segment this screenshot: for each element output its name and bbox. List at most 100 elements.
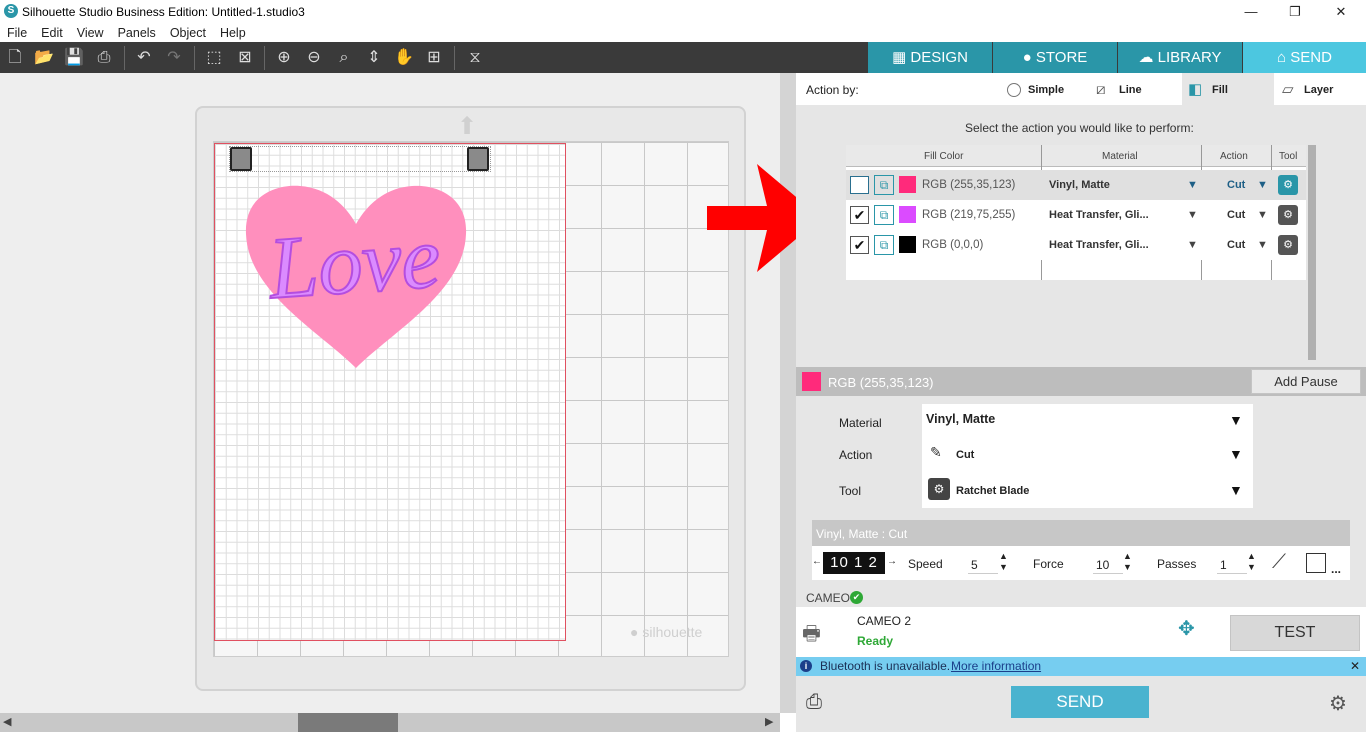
heart-design[interactable]: Love [240,182,472,372]
header-fill-color: Fill Color [924,151,964,162]
silhouette-watermark: ● silhouette [630,624,703,640]
horizontal-scrollbar[interactable]: ◀ ▶ [0,713,780,732]
test-button[interactable]: TEST [1230,615,1360,651]
save-icon[interactable]: 💾 [63,47,85,69]
ratchet-blade-icon[interactable]: ⚙ [1278,235,1298,255]
ratchet-blade-icon[interactable]: ⚙ [1278,205,1298,225]
tool-dropdown-icon[interactable]: ▼ [1229,482,1243,498]
zoom-in-icon[interactable]: ⊕ [273,47,295,69]
action-dropdown-icon[interactable]: ▼ [1257,209,1268,221]
blade-depth-display[interactable]: 10 1 2 [823,552,885,574]
material-select[interactable]: Vinyl, Matte [926,412,995,426]
material-value[interactable]: Vinyl, Matte [1049,179,1110,191]
redo-icon[interactable]: ↷ [163,47,185,69]
speed-stepper-icon[interactable]: ▲ ▼ [999,551,1008,573]
option-line[interactable]: Line [1119,84,1142,96]
pan-hand-icon[interactable]: ✋ [393,47,415,69]
force-input[interactable]: 10 [1093,552,1123,574]
tab-design[interactable]: ▦ DESIGN [868,42,992,73]
passes-stepper-icon[interactable]: ▲ ▼ [1247,551,1256,573]
action-value[interactable]: Cut [1227,239,1245,251]
menu-help[interactable]: Help [213,24,253,42]
option-layer[interactable]: Layer [1304,84,1333,96]
shape-icon: ⧉ [874,175,894,195]
send-footer: ⎙ SEND ⚙ [796,676,1366,732]
action-dropdown-icon[interactable]: ▼ [1229,446,1243,462]
material-dropdown-icon[interactable]: ▼ [1229,412,1243,428]
force-stepper-icon[interactable]: ▲ ▼ [1123,551,1132,573]
option-simple[interactable]: Simple [1028,84,1064,96]
action-dropdown-icon[interactable]: ▼ [1257,179,1268,191]
action-value[interactable]: Cut [1227,209,1245,221]
scroll-thumb[interactable] [298,713,398,732]
row-checkbox[interactable] [850,176,869,194]
zoom-select-icon[interactable]: ⌕ [333,47,355,69]
close-notice-button[interactable]: ✕ [1350,659,1360,673]
blade-decrease-icon[interactable]: ← [812,556,822,567]
menu-file[interactable]: File [0,24,34,42]
minimize-button[interactable]: — [1228,0,1274,24]
color-swatch [899,206,916,223]
menu-panels[interactable]: Panels [111,24,163,42]
fit-page-icon[interactable]: ⇕ [363,47,385,69]
overcut-icon[interactable] [1306,553,1326,573]
info-icon: i [800,660,812,672]
move-arrows-icon[interactable]: ✥ [1178,616,1195,641]
close-window-button[interactable]: ✕ [1318,0,1364,24]
device-area: 🖶 CAMEO 2 Ready ✥ TEST [796,607,1366,657]
menu-edit[interactable]: Edit [34,24,70,42]
material-value[interactable]: Heat Transfer, Gli... [1049,239,1149,251]
tab-store[interactable]: ● STORE [993,42,1117,73]
row-checkbox[interactable]: ✔ [850,206,869,224]
fill-icon[interactable]: ◧ [1188,80,1202,98]
scroll-left-icon[interactable]: ◀ [3,715,11,728]
trace-icon[interactable]: ⧖ [464,47,486,69]
line-segment-icon[interactable]: ⟋ [1272,551,1286,574]
tool-select[interactable]: Ratchet Blade [956,485,1029,497]
action-by-bar: Action by: Simple ⧄ Line ◧ Fill ▱ Layer [796,73,1366,105]
tab-send[interactable]: ⌂ SEND [1243,42,1366,73]
menu-object[interactable]: Object [163,24,213,42]
blade-increase-icon[interactable]: → [887,556,897,567]
more-settings-icon[interactable]: ... [1331,562,1341,576]
deselect-icon[interactable]: ⊠ [234,47,256,69]
app-logo-icon: S [4,4,18,18]
love-text[interactable]: Love [263,208,444,319]
send-button[interactable]: SEND [1011,686,1149,718]
fit-window-icon[interactable]: ⊞ [423,47,445,69]
open-folder-icon[interactable]: 📂 [33,47,55,69]
material-value[interactable]: Heat Transfer, Gli... [1049,209,1149,221]
job-queue-icon[interactable]: ⎙ [806,691,822,714]
maximize-button[interactable]: ❐ [1272,0,1318,24]
passes-input[interactable]: 1 [1217,552,1247,574]
scroll-right-icon[interactable]: ▶ [765,715,773,728]
material-dropdown-icon[interactable]: ▼ [1187,209,1198,221]
select-all-icon[interactable]: ⬚ [203,47,225,69]
line-icon[interactable]: ⧄ [1096,81,1106,98]
zoom-out-icon[interactable]: ⊖ [303,47,325,69]
material-dropdown-icon[interactable]: ▼ [1187,239,1198,251]
add-pause-button[interactable]: Add Pause [1251,369,1361,394]
material-dropdown-icon[interactable]: ▼ [1187,179,1198,191]
layer-icon[interactable]: ▱ [1282,80,1294,98]
more-information-link[interactable]: More information [951,659,1041,673]
table-row[interactable]: ✔ ⧉ RGB (0,0,0) Heat Transfer, Gli... ▼ … [846,230,1306,260]
row-checkbox[interactable]: ✔ [850,236,869,254]
table-row[interactable]: ⧉ RGB (255,35,123) Vinyl, Matte ▼ Cut ▼ … [846,170,1306,200]
gear-icon[interactable]: ⚙ [1329,691,1347,716]
action-dropdown-icon[interactable]: ▼ [1257,239,1268,251]
new-file-icon[interactable]: 🗋 [4,47,26,69]
action-select[interactable]: Cut [956,449,974,461]
action-value[interactable]: Cut [1227,179,1245,191]
speed-input[interactable]: 5 [968,552,998,574]
undo-icon[interactable]: ↶ [133,47,155,69]
color-swatch [899,236,916,253]
table-scrollbar[interactable] [1308,145,1316,360]
radio-simple[interactable] [1007,83,1021,97]
menu-view[interactable]: View [70,24,111,42]
tab-library[interactable]: ☁ LIBRARY [1118,42,1242,73]
print-icon[interactable]: ⎙ [93,47,115,69]
table-row[interactable]: ✔ ⧉ RGB (219,75,255) Heat Transfer, Gli.… [846,200,1306,230]
ratchet-blade-icon[interactable]: ⚙ [1278,175,1298,195]
option-fill[interactable]: Fill [1212,84,1228,96]
